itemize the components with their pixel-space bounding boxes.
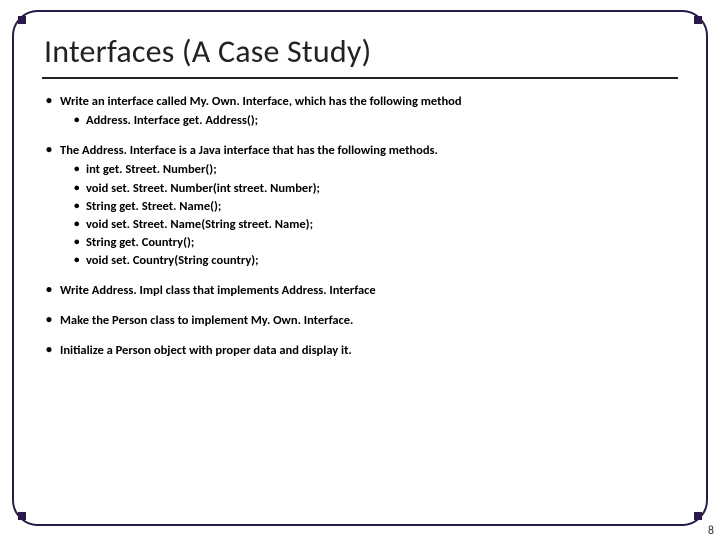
bullet-text: void set. Country(String country); bbox=[86, 253, 259, 268]
list-item: Initialize a Person object with proper d… bbox=[46, 342, 678, 360]
bullet-text: The Address. Interface is a Java interfa… bbox=[60, 143, 438, 158]
slide-title: Interfaces (A Case Study) bbox=[44, 32, 678, 71]
list-item: void set. Street. Name(String street. Na… bbox=[74, 216, 678, 234]
bullet-text: int get. Street. Number(); bbox=[86, 162, 217, 177]
list-item: The Address. Interface is a Java interfa… bbox=[46, 142, 678, 270]
list-item: String get. Country(); bbox=[74, 234, 678, 252]
sub-bullet-list: int get. Street. Number(); void set. Str… bbox=[60, 161, 678, 270]
bullet-text: void set. Street. Number(int street. Num… bbox=[86, 181, 320, 196]
sub-bullet-list: Address. Interface get. Address(); bbox=[60, 112, 678, 130]
list-item: Make the Person class to implement My. O… bbox=[46, 312, 678, 330]
bullet-text: String get. Country(); bbox=[86, 235, 194, 250]
list-item: int get. Street. Number(); bbox=[74, 161, 678, 179]
list-item: Write an interface called My. Own. Inter… bbox=[46, 93, 678, 130]
bullet-text: Address. Interface get. Address(); bbox=[86, 113, 258, 128]
slide-frame: Interfaces (A Case Study) Write an inter… bbox=[12, 10, 708, 526]
bullet-text: String get. Street. Name(); bbox=[86, 199, 221, 214]
list-item: void set. Street. Number(int street. Num… bbox=[74, 180, 678, 198]
bullet-text: void set. Street. Name(String street. Na… bbox=[86, 217, 313, 232]
list-item: Address. Interface get. Address(); bbox=[74, 112, 678, 130]
list-item: void set. Country(String country); bbox=[74, 252, 678, 270]
bullet-text: Initialize a Person object with proper d… bbox=[60, 343, 352, 358]
bullet-text: Make the Person class to implement My. O… bbox=[60, 313, 353, 328]
list-item: String get. Street. Name(); bbox=[74, 198, 678, 216]
bullet-text: Write Address. Impl class that implement… bbox=[60, 283, 376, 298]
bullet-text: Write an interface called My. Own. Inter… bbox=[60, 94, 462, 109]
page-number: 8 bbox=[708, 524, 714, 538]
title-underline bbox=[42, 77, 678, 79]
bullet-list: Write an interface called My. Own. Inter… bbox=[42, 93, 678, 361]
slide-content: Write an interface called My. Own. Inter… bbox=[42, 93, 678, 361]
list-item: Write Address. Impl class that implement… bbox=[46, 282, 678, 300]
